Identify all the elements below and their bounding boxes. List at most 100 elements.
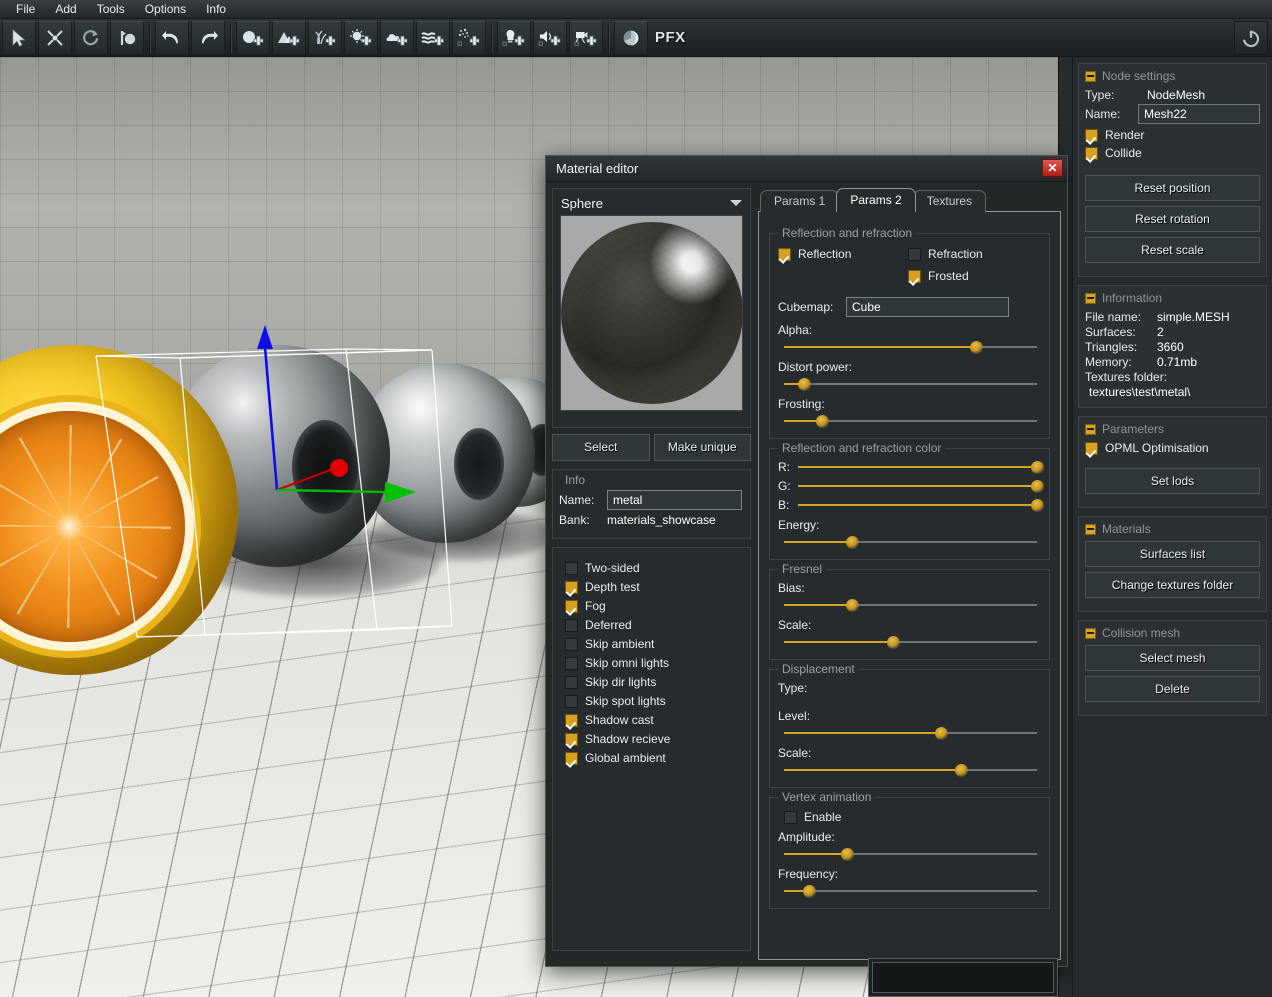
flag-skip-spot-lights[interactable]: Skip spot lights bbox=[565, 694, 742, 708]
slider-knob[interactable] bbox=[815, 415, 829, 428]
checkbox-checked-icon[interactable] bbox=[565, 580, 578, 594]
checkbox-frosted[interactable]: Frosted bbox=[908, 269, 969, 283]
power-icon[interactable] bbox=[1234, 21, 1268, 55]
checkbox-vertex-enable[interactable]: Enable bbox=[784, 810, 1041, 824]
flag-shadow-recieve[interactable]: Shadow recieve bbox=[565, 732, 742, 746]
select-button[interactable]: Select bbox=[552, 434, 650, 461]
slider-knob[interactable] bbox=[1031, 461, 1044, 474]
slider-knob[interactable] bbox=[970, 341, 984, 354]
checkbox-checked-icon[interactable] bbox=[565, 713, 578, 727]
slider-knob[interactable] bbox=[841, 848, 855, 861]
select-arrow-icon[interactable] bbox=[2, 20, 36, 55]
slider-knob[interactable] bbox=[1031, 480, 1044, 493]
add-dust-icon[interactable] bbox=[452, 20, 486, 55]
add-cloud-icon[interactable] bbox=[380, 20, 414, 55]
material-editor-window[interactable]: Material editor ✕ Sphere Select Make uni… bbox=[545, 155, 1068, 967]
collision-mesh-header[interactable]: Collision mesh bbox=[1085, 626, 1260, 640]
flag-deferred[interactable]: Deferred bbox=[565, 618, 742, 632]
level-slider[interactable] bbox=[784, 726, 1037, 740]
menu-info[interactable]: Info bbox=[196, 0, 236, 19]
g-slider[interactable] bbox=[798, 479, 1044, 493]
menu-file[interactable]: File bbox=[6, 0, 45, 19]
tab-params-1[interactable]: Params 1 bbox=[760, 190, 840, 212]
slider-knob[interactable] bbox=[1031, 499, 1044, 512]
minus-icon[interactable] bbox=[1085, 523, 1096, 535]
slider-knob[interactable] bbox=[934, 727, 948, 740]
checkbox-checked-icon[interactable] bbox=[778, 247, 791, 261]
parameters-header[interactable]: Parameters bbox=[1085, 422, 1260, 436]
frequency-slider[interactable] bbox=[784, 884, 1037, 898]
checkbox-checked-icon[interactable] bbox=[1085, 128, 1098, 142]
slider-knob[interactable] bbox=[803, 885, 817, 898]
checkbox-opml-optimisation[interactable]: OPML Optimisation bbox=[1085, 441, 1260, 455]
flag-skip-ambient[interactable]: Skip ambient bbox=[565, 637, 742, 651]
checkbox-render[interactable]: Render bbox=[1085, 128, 1260, 142]
checkbox-collide[interactable]: Collide bbox=[1085, 146, 1260, 160]
menu-tools[interactable]: Tools bbox=[87, 0, 135, 19]
information-header[interactable]: Information bbox=[1085, 291, 1260, 305]
background-window[interactable] bbox=[868, 958, 1058, 997]
node-name-input[interactable] bbox=[1138, 104, 1260, 124]
checkbox-checked-icon[interactable] bbox=[908, 269, 921, 283]
tab-params-2[interactable]: Params 2 bbox=[836, 188, 916, 212]
add-terrain-icon[interactable] bbox=[272, 20, 306, 55]
checkbox-icon[interactable] bbox=[565, 694, 578, 708]
material-name-input[interactable] bbox=[607, 490, 742, 510]
add-mesh-icon[interactable] bbox=[236, 20, 270, 55]
flag-skip-dir-lights[interactable]: Skip dir lights bbox=[565, 675, 742, 689]
materials-header[interactable]: Materials bbox=[1085, 522, 1260, 536]
slider-knob[interactable] bbox=[955, 764, 969, 777]
checkbox-icon[interactable] bbox=[565, 637, 578, 651]
flag-global-ambient[interactable]: Global ambient bbox=[565, 751, 742, 765]
add-sound-icon[interactable] bbox=[533, 20, 567, 55]
menu-add[interactable]: Add bbox=[45, 0, 86, 19]
add-grass-icon[interactable] bbox=[308, 20, 342, 55]
displacement-scale-slider[interactable] bbox=[784, 763, 1037, 777]
make-unique-button[interactable]: Make unique bbox=[653, 434, 751, 461]
add-light-icon[interactable] bbox=[497, 20, 531, 55]
checkbox-icon[interactable] bbox=[908, 247, 921, 261]
material-sphere-icon[interactable] bbox=[614, 20, 648, 55]
add-water-icon[interactable] bbox=[416, 20, 450, 55]
select-mesh-button[interactable]: Select mesh bbox=[1085, 645, 1260, 671]
set-lods-button[interactable]: Set lods bbox=[1085, 468, 1260, 494]
checkbox-icon[interactable] bbox=[565, 675, 578, 689]
b-slider[interactable] bbox=[798, 498, 1044, 512]
flag-two-sided[interactable]: Two-sided bbox=[565, 561, 742, 575]
minus-icon[interactable] bbox=[1085, 423, 1096, 435]
change-textures-folder-button[interactable]: Change textures folder bbox=[1085, 572, 1260, 598]
close-icon[interactable]: ✕ bbox=[1042, 159, 1063, 177]
flag-skip-omni-lights[interactable]: Skip omni lights bbox=[565, 656, 742, 670]
minus-icon[interactable] bbox=[1085, 70, 1096, 82]
chevron-down-icon[interactable] bbox=[730, 200, 742, 206]
redo-icon[interactable] bbox=[191, 20, 225, 55]
checkbox-icon[interactable] bbox=[565, 656, 578, 670]
reset-rotation-button[interactable]: Reset rotation bbox=[1085, 206, 1260, 232]
undo-icon[interactable] bbox=[155, 20, 189, 55]
slider-knob[interactable] bbox=[798, 378, 812, 391]
distort-power-slider[interactable] bbox=[784, 377, 1037, 391]
reset-scale-button[interactable]: Reset scale bbox=[1085, 237, 1260, 263]
flag-fog[interactable]: Fog bbox=[565, 599, 742, 613]
r-slider[interactable] bbox=[798, 460, 1044, 474]
node-settings-header[interactable]: Node settings bbox=[1085, 69, 1260, 83]
menu-options[interactable]: Options bbox=[135, 0, 196, 19]
material-editor-titlebar[interactable]: Material editor ✕ bbox=[546, 156, 1067, 182]
checkbox-icon[interactable] bbox=[565, 561, 578, 575]
energy-slider[interactable] bbox=[784, 535, 1037, 549]
checkbox-icon[interactable] bbox=[784, 810, 797, 824]
checkbox-checked-icon[interactable] bbox=[565, 732, 578, 746]
checkbox-refraction[interactable]: Refraction bbox=[908, 247, 983, 261]
slider-knob[interactable] bbox=[846, 599, 860, 612]
add-particle-icon[interactable] bbox=[344, 20, 378, 55]
slider-knob[interactable] bbox=[846, 536, 860, 549]
tab-textures[interactable]: Textures bbox=[912, 190, 987, 212]
flag-depth-test[interactable]: Depth test bbox=[565, 580, 742, 594]
reset-position-button[interactable]: Reset position bbox=[1085, 175, 1260, 201]
slider-knob[interactable] bbox=[886, 636, 900, 649]
amplitude-slider[interactable] bbox=[784, 847, 1037, 861]
add-camera-icon[interactable] bbox=[569, 20, 603, 55]
preview-shape-dropdown[interactable]: Sphere bbox=[557, 193, 746, 213]
pfx-button[interactable]: PFX bbox=[649, 29, 692, 46]
fresnel-scale-slider[interactable] bbox=[784, 635, 1037, 649]
